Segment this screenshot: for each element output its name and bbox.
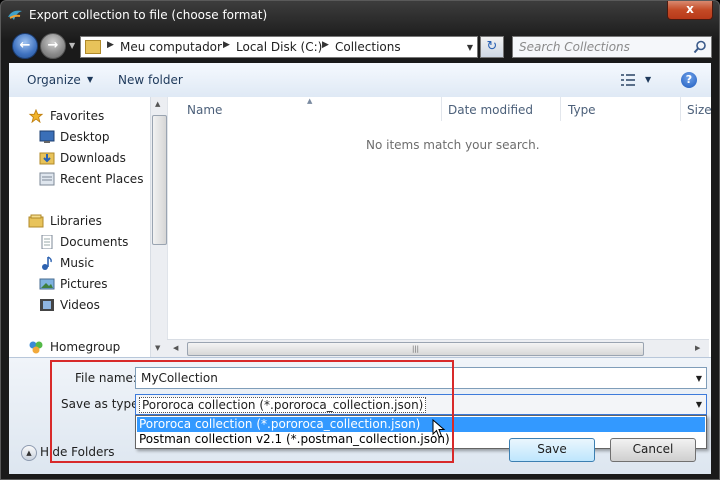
breadcrumb-item[interactable]: Local Disk (C:) xyxy=(236,40,322,54)
navigation-pane: Favorites Desktop Downloads Recent Place… xyxy=(9,97,166,357)
refresh-button[interactable]: ↻ xyxy=(480,36,504,58)
app-icon xyxy=(8,10,22,20)
scroll-right-icon[interactable]: ▶ xyxy=(695,344,700,352)
file-name-field[interactable]: MyCollection ▼ xyxy=(135,367,707,389)
column-divider[interactable] xyxy=(680,97,681,121)
address-bar[interactable]: ▶ Meu computador ▶ Local Disk (C:) ▶ Col… xyxy=(80,36,478,58)
recent-pages-dropdown-icon[interactable]: ▼ xyxy=(69,41,75,50)
breadcrumb-separator-icon[interactable]: ▶ xyxy=(322,40,329,50)
sidebar-item-label: Videos xyxy=(60,298,100,312)
libraries-icon xyxy=(28,214,44,228)
videos-icon xyxy=(40,299,54,311)
save-button[interactable]: Save xyxy=(509,438,595,462)
sidebar-item-pictures[interactable]: Pictures xyxy=(9,275,149,295)
documents-icon xyxy=(41,235,53,249)
empty-message: No items match your search. xyxy=(366,138,540,152)
scroll-up-icon[interactable]: ▲ xyxy=(155,100,160,108)
mouse-cursor-icon xyxy=(432,419,446,438)
column-divider[interactable] xyxy=(441,97,442,121)
star-icon xyxy=(28,109,44,123)
sidebar-item-documents[interactable]: Documents xyxy=(9,233,149,253)
scroll-left-icon[interactable]: ◀ xyxy=(173,344,178,352)
folder-icon xyxy=(85,40,101,54)
breadcrumb-separator-icon[interactable]: ▶ xyxy=(223,40,230,50)
sidebar-item-music[interactable]: Music xyxy=(9,254,149,274)
chevron-down-icon[interactable]: ▼ xyxy=(645,75,651,84)
breadcrumb-item[interactable]: Collections xyxy=(335,40,401,54)
window-title: Export collection to file (choose format… xyxy=(29,8,268,22)
sidebar-item-desktop[interactable]: Desktop xyxy=(9,128,149,148)
downloads-folder-icon xyxy=(39,152,55,165)
forward-button[interactable]: → xyxy=(40,33,66,59)
sidebar-item-label: Recent Places xyxy=(60,172,144,186)
sidebar-item-recent-places[interactable]: Recent Places xyxy=(9,170,149,190)
views-icon[interactable] xyxy=(621,74,635,86)
recent-places-icon xyxy=(39,172,55,186)
music-icon xyxy=(42,256,52,270)
collapse-icon[interactable]: ▲ xyxy=(21,445,37,461)
file-list-pane: ▲ Name Date modified Type Size No items … xyxy=(167,97,712,357)
sidebar-item-videos[interactable]: Videos xyxy=(9,296,149,316)
save-form-area: File name: MyCollection ▼ Save as type: … xyxy=(9,357,711,474)
save-as-type-selected-value[interactable]: Pororoca collection (*.pororoca_collecti… xyxy=(139,397,427,413)
title-bar[interactable]: Export collection to file (choose format… xyxy=(1,1,719,31)
search-placeholder: Search Collections xyxy=(519,40,630,54)
scrollbar-thumb[interactable]: ||| xyxy=(187,342,644,356)
chevron-down-icon[interactable]: ▼ xyxy=(696,400,702,409)
cancel-button[interactable]: Cancel xyxy=(610,438,696,462)
navigation-bar: ← → ▼ ▶ Meu computador ▶ Local Disk (C:)… xyxy=(1,31,719,63)
sidebar-item-homegroup[interactable]: Homegroup xyxy=(9,338,149,358)
new-folder-button[interactable]: New folder xyxy=(118,73,183,87)
command-toolbar: Organize ▼ New folder ▼ ? xyxy=(9,63,711,98)
file-name-label: File name: xyxy=(75,371,137,385)
back-button[interactable]: ← xyxy=(12,33,38,59)
navigation-pane-scrollbar[interactable]: ▲ ▼ xyxy=(150,97,167,357)
pictures-icon xyxy=(39,278,55,290)
save-as-type-select[interactable]: Pororoca collection (*.pororoca_collecti… xyxy=(135,394,707,415)
search-input[interactable]: Search Collections xyxy=(512,36,712,58)
dropdown-option-pororoca[interactable]: Pororoca collection (*.pororoca_collecti… xyxy=(137,417,705,432)
address-dropdown-icon[interactable]: ▼ xyxy=(467,43,473,52)
sidebar-item-downloads[interactable]: Downloads xyxy=(9,149,149,169)
sidebar-item-libraries[interactable]: Libraries xyxy=(9,212,149,232)
sidebar-item-label: Libraries xyxy=(50,214,102,228)
sidebar-item-label: Pictures xyxy=(60,277,108,291)
breadcrumb-separator-icon[interactable]: ▶ xyxy=(107,40,114,50)
scroll-down-icon[interactable]: ▼ xyxy=(155,344,160,352)
column-header-size[interactable]: Size xyxy=(687,103,712,117)
scrollbar-thumb[interactable] xyxy=(152,115,167,245)
organize-button[interactable]: Organize xyxy=(27,73,81,87)
sort-ascending-icon: ▲ xyxy=(307,97,313,105)
window-frame xyxy=(711,63,719,479)
hide-folders-button[interactable]: Hide Folders xyxy=(40,445,115,459)
column-header-type[interactable]: Type xyxy=(568,103,596,117)
sidebar-item-favorites[interactable]: Favorites xyxy=(9,107,149,127)
desktop-icon xyxy=(39,130,55,143)
sidebar-item-label: Documents xyxy=(60,235,129,249)
search-icon[interactable] xyxy=(693,40,707,54)
chevron-down-icon[interactable]: ▼ xyxy=(87,75,93,84)
homegroup-icon xyxy=(29,341,43,354)
column-divider[interactable] xyxy=(560,97,561,121)
chevron-down-icon[interactable]: ▼ xyxy=(696,374,702,383)
export-dialog-window: Export collection to file (choose format… xyxy=(0,0,720,480)
file-name-value[interactable]: MyCollection xyxy=(141,371,218,385)
save-as-type-label: Save as type: xyxy=(61,397,143,411)
column-header-name[interactable]: Name xyxy=(187,103,222,117)
column-header-date-modified[interactable]: Date modified xyxy=(448,103,533,117)
sidebar-item-label: Favorites xyxy=(50,109,105,123)
breadcrumb-item[interactable]: Meu computador xyxy=(120,40,222,54)
close-button[interactable]: x xyxy=(667,1,713,20)
sidebar-item-label: Homegroup xyxy=(50,340,121,354)
file-list-horizontal-scrollbar[interactable]: ◀ ||| ▶ xyxy=(167,339,709,357)
sidebar-item-label: Downloads xyxy=(60,151,126,165)
sidebar-item-label: Desktop xyxy=(60,130,110,144)
sidebar-item-label: Music xyxy=(60,256,95,270)
help-icon[interactable]: ? xyxy=(681,72,697,88)
